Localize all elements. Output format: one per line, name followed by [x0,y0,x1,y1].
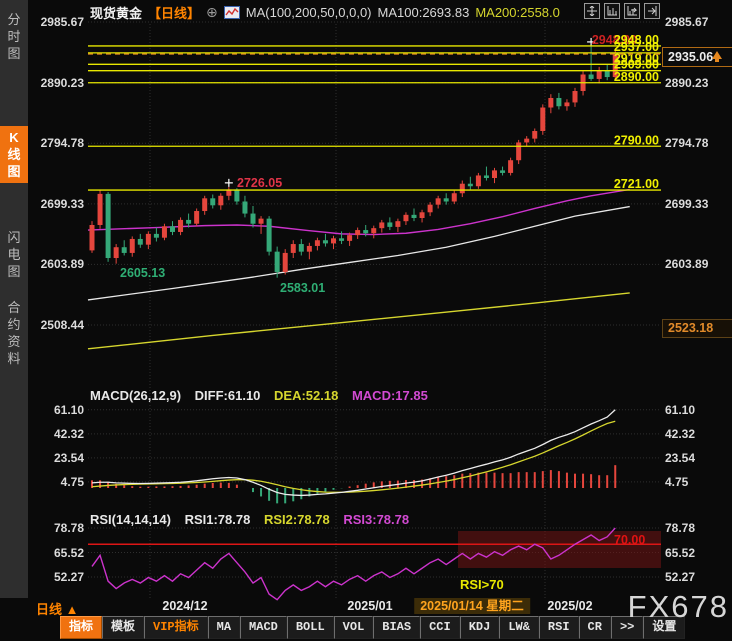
trading-app-window: 2948.002948.002937.002919.002909.002890.… [0,0,732,641]
axis-label-right: 42.32 [665,427,723,441]
axis-label-right: 52.27 [665,570,723,584]
axis-label-right: 65.52 [665,546,723,560]
axis-label-right: 2699.33 [665,197,723,211]
axis-label-right: 2794.78 [665,136,723,150]
svg-text:2790.00: 2790.00 [614,133,659,147]
time-tick: 2024/12 [162,599,207,613]
ma100-value: MA100:2693.83 [378,5,470,20]
sidebar-tab-char: 图 [0,263,28,280]
rsi2-value: RSI2:78.78 [264,512,330,527]
rsi3-value: RSI3:78.78 [343,512,409,527]
axis-label-right: 78.78 [665,521,723,535]
macd-value: MACD:17.85 [352,388,428,403]
rsi1-value: RSI1:78.78 [185,512,251,527]
sidebar-tab-char: 资 [0,333,28,350]
svg-text:2890.00: 2890.00 [614,70,659,84]
chart-window-controls [584,3,660,19]
indicator-toolbar: 指标模板VIP指标MAMACDBOLLVOLBIASCCIKDJLW&RSICR… [60,616,685,639]
toolbar-item-lw[interactable]: LW& [499,616,539,639]
rsi-threshold-label: 70.00 [614,533,645,547]
snap-to-right-icon[interactable] [644,3,660,19]
axis-label-right: 23.54 [665,451,723,465]
sidebar-tab-char: 图 [0,163,28,180]
toolbar-item-rsi[interactable]: RSI [539,616,579,639]
sidebar-tab-char: 分 [0,11,28,28]
axis-label-left: 2699.33 [26,197,84,211]
sidebar-tab-char: 约 [0,316,28,333]
macd-dea: DEA:52.18 [274,388,338,403]
ma200-value: MA200:2558.0 [475,5,560,20]
sidebar-tab-char: 闪 [0,229,28,246]
toolbar-item-vip[interactable]: VIP指标 [144,616,208,639]
price-alert-marker-icon[interactable] [712,51,722,59]
axis-label-left: 4.75 [26,475,84,489]
rsi-overbought-note: RSI>70 [460,577,504,592]
axis-label-left: 2603.89 [26,257,84,271]
toolbar-item-ma[interactable]: MA [208,616,240,639]
axis-label-left: 2890.23 [26,76,84,90]
sidebar-tab-char: 电 [0,246,28,263]
axis-label-right: 61.10 [665,403,723,417]
sidebar-tab-3[interactable]: 闪电图 [0,226,28,283]
sidebar: 分时图K线图闪电图合约资料 [0,0,28,598]
macd-title: MACD(26,12,9) [90,388,181,403]
swing-high-annotation: 2726.05 [237,176,282,190]
sidebar-tab-1[interactable]: 分时图 [0,8,28,65]
brand-watermark: FX678 [628,589,729,625]
sidebar-tab-char: 合 [0,299,28,316]
swing-low-annotation-1: 2605.13 [120,266,165,280]
sidebar-tab-2[interactable]: K线图 [0,126,28,183]
axis-label-left: 61.10 [26,403,84,417]
time-tick: 2025/01 [347,599,392,613]
sidebar-tab-4[interactable]: 合约资料 [0,296,28,370]
time-tick: 2025/02 [547,599,592,613]
toolbar-item-boll[interactable]: BOLL [287,616,334,639]
swing-low-annotation-2: 2583.01 [280,281,325,295]
chart-legend: 现货黄金 【日线】 ⊕ MA(100,200,50,0,0,0) MA100:2… [90,3,560,21]
toolbar-item-macd[interactable]: MACD [240,616,287,639]
axis-label-left: 65.52 [26,546,84,560]
axis-label-right: 2890.23 [665,76,723,90]
axis-label-left: 78.78 [26,521,84,535]
axis-label-left: 23.54 [26,451,84,465]
selected-date-label: 2025/01/14 星期二 [414,598,530,614]
toolbar-item-cr[interactable]: CR [579,616,611,639]
axis-label-right: 2603.89 [665,257,723,271]
axis-label-right: 4.75 [665,475,723,489]
scale-axis-left-icon[interactable] [604,3,620,19]
macd-diff: DIFF:61.10 [195,388,261,403]
ma-settings: MA(100,200,50,0,0,0) [246,5,372,20]
time-axis: 日线 ▲ 2025/01/14 星期二 2024/122025/012025/0… [0,599,732,615]
axis-label-left: 2794.78 [26,136,84,150]
rsi-header: RSI(14,14,14) RSI1:78.78 RSI2:78.78 RSI3… [90,512,419,527]
axis-label-right: 2985.67 [665,15,723,29]
axis-label-left: 2985.67 [26,15,84,29]
sidebar-tab-char: 料 [0,350,28,367]
symbol-name: 现货黄金 [90,3,142,22]
toolbar-item-[interactable]: 模板 [102,616,144,639]
indicator-icon [224,6,240,19]
scale-axis-right-icon[interactable] [624,3,640,19]
sidebar-tab-char: K [0,129,28,146]
sidebar-tab-char: 线 [0,146,28,163]
axis-label-left: 52.27 [26,570,84,584]
toolbar-item-vol[interactable]: VOL [334,616,374,639]
toolbar-item-kdj[interactable]: KDJ [460,616,500,639]
axis-label-left: 2508.44 [26,318,84,332]
toolbar-item-bias[interactable]: BIAS [373,616,420,639]
add-indicator-icon[interactable]: ⊕ [206,4,218,21]
sidebar-tab-char: 时 [0,28,28,45]
period-label[interactable]: 【日线】 [148,3,200,22]
toolbar-item-[interactable]: 指标 [60,616,102,639]
sidebar-tab-char: 图 [0,45,28,62]
macd-header: MACD(26,12,9) DIFF:61.10 DEA:52.18 MACD:… [90,388,438,403]
toolbar-item-cci[interactable]: CCI [420,616,460,639]
rsi-title: RSI(14,14,14) [90,512,171,527]
axis-label-left: 42.32 [26,427,84,441]
svg-text:2721.00: 2721.00 [614,177,659,191]
alert-price-box: 2523.18 [662,319,732,338]
pan-tool-icon[interactable] [584,3,600,19]
